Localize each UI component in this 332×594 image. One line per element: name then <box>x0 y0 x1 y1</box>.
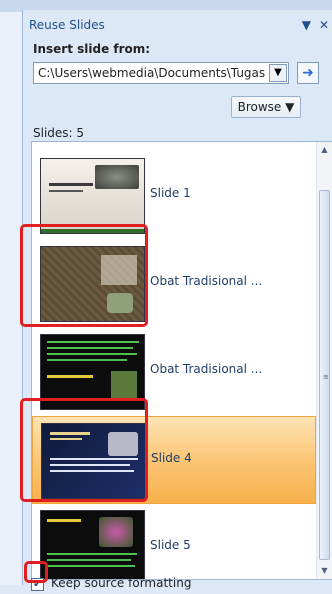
list-item[interactable]: Slide 5 <box>32 504 316 579</box>
close-icon[interactable]: ✕ <box>319 18 329 32</box>
slides-count: Slides: 5 <box>33 126 85 140</box>
scroll-up-icon[interactable]: ▲ <box>317 142 332 158</box>
insert-from-label: Insert slide from: <box>33 42 151 56</box>
pane-titlebar: Reuse Slides ▼ ✕ <box>23 16 332 36</box>
source-path-row: C:\Users\webmedia\Documents\Tugas Mi ▼ ➜ <box>33 62 323 86</box>
source-path-value: C:\Users\webmedia\Documents\Tugas Mi <box>38 66 266 80</box>
highlight-box-checkbox <box>24 561 48 583</box>
slide-thumbnail-5 <box>40 510 145 579</box>
pane-title-buttons: ▼ ✕ <box>294 18 329 32</box>
highlight-box-slide-2 <box>20 224 148 327</box>
slides-list[interactable]: Slide 1 Obat Tradisional ... Obat Tradis… <box>31 141 332 580</box>
go-arrow-icon[interactable]: ➜ <box>297 62 319 84</box>
list-scrollbar[interactable]: ▲ ≡ ▼ <box>316 142 332 579</box>
slide-label: Obat Tradisional ... <box>150 362 263 376</box>
dropdown-arrow-icon[interactable]: ▼ <box>269 64 287 82</box>
scroll-thumb[interactable]: ≡ <box>319 190 330 560</box>
keep-formatting-label: Keep source formatting <box>51 576 192 590</box>
source-path-combobox[interactable]: C:\Users\webmedia\Documents\Tugas Mi ▼ <box>33 62 289 84</box>
pane-title: Reuse Slides <box>29 18 105 32</box>
highlight-box-slide-4 <box>20 398 148 502</box>
slide-label: Slide 4 <box>151 451 192 465</box>
pane-menu-icon[interactable]: ▼ <box>302 18 311 32</box>
keep-formatting-row: ✔ Keep source formatting <box>31 576 331 594</box>
slide-label: Slide 1 <box>150 186 191 200</box>
browse-button[interactable]: Browse ▼ <box>231 96 301 118</box>
grip-icon: ≡ <box>323 373 329 381</box>
slide-thumbnail-1 <box>40 158 145 234</box>
slide-label: Slide 5 <box>150 538 191 552</box>
slide-label: Obat Tradisional ... <box>150 274 263 288</box>
